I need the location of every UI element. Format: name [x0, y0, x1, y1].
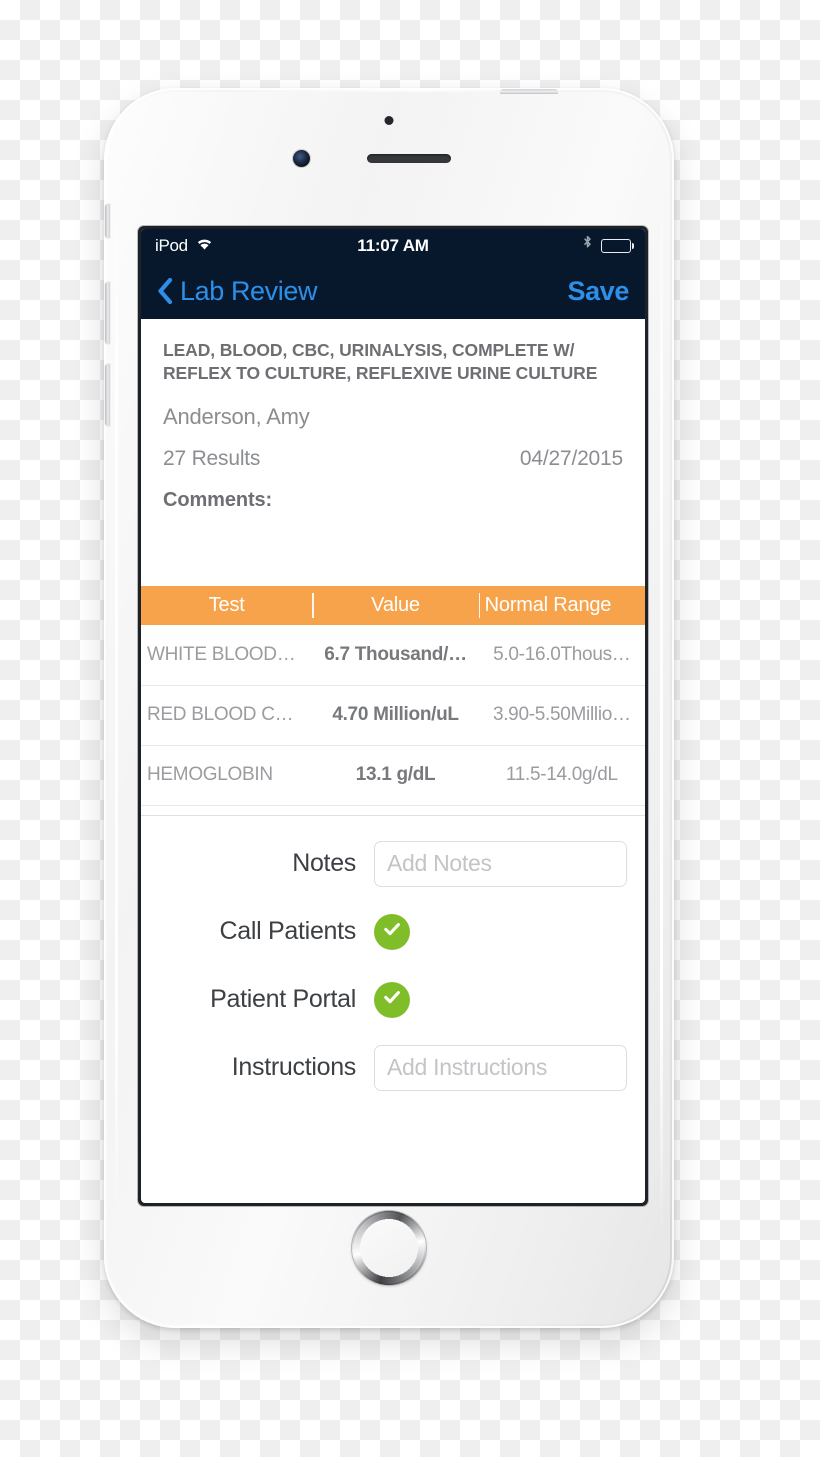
results-table-header: Test Value Normal Range: [141, 585, 645, 625]
patient-portal-checkbox[interactable]: [374, 981, 410, 1018]
cell-test: RED BLOOD C…: [147, 704, 294, 726]
cell-value: 13.1 g/dL: [355, 764, 436, 786]
checkmark-icon: [381, 918, 403, 945]
bezel-highlight-left: [115, 182, 118, 1234]
column-header-normal-range: Normal Range: [478, 586, 645, 625]
comments-label: Comments:: [163, 488, 273, 511]
save-button[interactable]: Save: [568, 276, 630, 307]
instructions-row: Instructions Add Instructions: [159, 1034, 627, 1102]
volume-up-button[interactable]: [105, 282, 110, 344]
call-patients-row: Call Patients: [159, 898, 627, 966]
wifi-icon: [195, 236, 214, 256]
table-row[interactable]: WHITE BLOOD… 6.7 Thousand/… 5.0-16.0Thou…: [141, 625, 645, 685]
front-camera-icon: [293, 150, 310, 167]
back-button-label: Lab Review: [180, 275, 318, 306]
volume-down-button[interactable]: [105, 364, 110, 426]
status-bar-left: iPod: [155, 236, 357, 256]
call-patients-checkbox[interactable]: [374, 913, 410, 950]
phone-device: iPod 11:07 AM Lab Review Save LEAD, BLOO…: [104, 88, 674, 1328]
phone-body: iPod 11:07 AM Lab Review Save LEAD, BLOO…: [105, 89, 670, 1324]
clock-label: 11:07 AM: [357, 236, 429, 255]
cell-normal-range: 5.0-16.0Thous…: [493, 643, 631, 665]
proximity-sensor-icon: [384, 116, 394, 125]
chevron-left-icon: [157, 277, 173, 305]
instructions-input[interactable]: Add Instructions: [374, 1044, 627, 1091]
actions-form: Notes Add Notes Call Patients Patient Po…: [141, 816, 645, 1102]
status-bar: iPod 11:07 AM: [141, 229, 645, 263]
results-table-body: WHITE BLOOD… 6.7 Thousand/… 5.0-16.0Thou…: [141, 625, 645, 806]
notes-input[interactable]: Add Notes: [374, 840, 627, 887]
bezel-highlight-right: [660, 182, 663, 1234]
result-summary-row: 27 Results 04/27/2015: [163, 447, 623, 471]
mute-switch-button[interactable]: [105, 204, 110, 238]
call-patients-control: [374, 913, 627, 950]
notes-row: Notes Add Notes: [159, 830, 627, 898]
status-bar-right: [429, 235, 635, 257]
patient-portal-label: Patient Portal: [210, 985, 356, 1014]
cell-normal-range: 11.5-14.0g/dL: [505, 764, 618, 786]
lab-title: LEAD, BLOOD, CBC, URINALYSIS, COMPLETE W…: [163, 340, 598, 384]
cell-value: 4.70 Million/uL: [332, 704, 459, 726]
power-button[interactable]: [500, 89, 558, 94]
section-divider: [141, 805, 645, 816]
screen-bezel: iPod 11:07 AM Lab Review Save LEAD, BLOO…: [138, 226, 648, 1206]
back-button[interactable]: Lab Review: [157, 276, 317, 307]
lab-info-section: LEAD, BLOOD, CBC, URINALYSIS, COMPLETE W…: [141, 319, 645, 586]
column-header-test: Test: [208, 593, 245, 616]
result-date-label: 04/27/2015: [519, 446, 623, 470]
page-root: iPod 11:07 AM Lab Review Save LEAD, BLOO…: [0, 0, 820, 1457]
cell-test: WHITE BLOOD…: [147, 643, 296, 665]
navigation-bar: Lab Review Save: [141, 263, 645, 319]
table-row[interactable]: RED BLOOD C… 4.70 Million/uL 3.90-5.50Mi…: [141, 684, 645, 745]
home-button-ring: [351, 1210, 427, 1286]
patient-name: Anderson, Amy: [163, 403, 310, 429]
patient-portal-row: Patient Portal: [159, 966, 627, 1034]
earpiece-speaker: [367, 154, 451, 163]
bluetooth-icon: [582, 235, 593, 257]
home-button[interactable]: [351, 1210, 427, 1286]
call-patients-label: Call Patients: [219, 917, 357, 946]
cell-test: HEMOGLOBIN: [147, 764, 273, 786]
cell-value: 6.7 Thousand/…: [324, 643, 467, 665]
result-count-label: 27 Results: [163, 446, 261, 470]
cell-normal-range: 3.90-5.50Millio…: [492, 704, 631, 726]
column-header-value: Value: [312, 586, 478, 625]
phone-screen: iPod 11:07 AM Lab Review Save LEAD, BLOO…: [141, 229, 645, 1203]
table-row[interactable]: HEMOGLOBIN 13.1 g/dL 11.5-14.0g/dL: [141, 744, 645, 805]
patient-portal-control: [374, 981, 627, 1018]
carrier-label: iPod: [155, 236, 188, 255]
battery-icon: [601, 239, 635, 253]
instructions-label: Instructions: [231, 1053, 357, 1082]
checkmark-icon: [381, 986, 403, 1013]
notes-label: Notes: [292, 849, 356, 878]
comments-value[interactable]: [163, 512, 623, 586]
